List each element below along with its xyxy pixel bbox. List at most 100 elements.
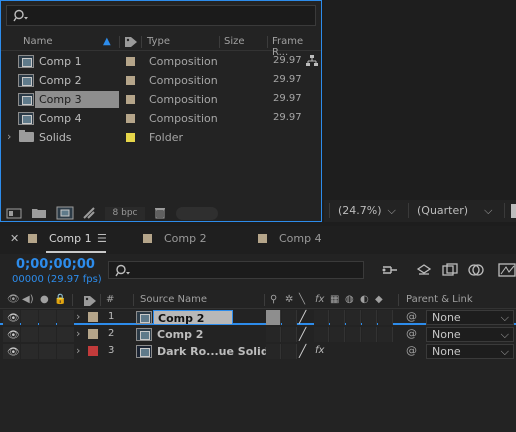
new-folder-icon[interactable] bbox=[31, 207, 47, 219]
trash-icon[interactable] bbox=[154, 206, 166, 219]
layer-name[interactable]: Comp 2 bbox=[153, 327, 203, 342]
3d-switch[interactable] bbox=[378, 310, 393, 325]
shy-switch[interactable] bbox=[266, 310, 281, 325]
sort-ascending-icon[interactable]: ▲ bbox=[103, 36, 111, 47]
frame-blend-icon[interactable]: ▦ bbox=[330, 294, 339, 305]
solo-switch[interactable] bbox=[39, 344, 56, 359]
expand-chevron-icon[interactable]: › bbox=[76, 344, 80, 357]
column-name[interactable]: Name bbox=[23, 36, 53, 47]
label-color-swatch[interactable] bbox=[126, 133, 135, 142]
render-queue-icon[interactable] bbox=[82, 206, 96, 220]
pick-whip-icon[interactable]: @ bbox=[406, 327, 417, 340]
3d-layer-icon[interactable]: ◆ bbox=[375, 294, 383, 305]
collapse-switch[interactable] bbox=[282, 310, 297, 325]
frame-blend-switch[interactable] bbox=[330, 327, 345, 342]
effect-icon[interactable]: fx bbox=[315, 294, 324, 305]
quality-switch[interactable]: ╱ bbox=[299, 344, 306, 358]
project-item[interactable]: Comp 4 Composition 29.97 bbox=[1, 109, 321, 128]
label-color-swatch[interactable] bbox=[126, 57, 135, 66]
label-color-swatch[interactable] bbox=[88, 312, 98, 322]
tab-comp-4[interactable]: Comp 4 bbox=[258, 232, 322, 248]
graph-editor-icon[interactable] bbox=[498, 263, 516, 277]
parent-dropdown[interactable]: None ⌵ bbox=[426, 344, 514, 359]
project-folder-item[interactable]: › Solids Folder bbox=[1, 128, 321, 147]
pick-whip-icon[interactable]: @ bbox=[406, 344, 417, 357]
solo-icon[interactable]: ● bbox=[40, 294, 49, 305]
motion-blur-switch[interactable] bbox=[346, 327, 361, 342]
timeline-layer[interactable]: 👁 › 3 Dark Ro...ue Solid 1 ╱ fx @ None ⌵ bbox=[0, 343, 516, 360]
column-type[interactable]: Type bbox=[147, 36, 170, 47]
parent-dropdown[interactable]: None ⌵ bbox=[426, 310, 514, 325]
quality-switch[interactable]: ╱ bbox=[299, 310, 306, 324]
composition-viewer[interactable] bbox=[324, 0, 516, 222]
label-color-swatch[interactable] bbox=[126, 76, 135, 85]
collapse-switch[interactable] bbox=[282, 327, 297, 342]
column-parent-link[interactable]: Parent & Link bbox=[406, 294, 473, 305]
label-color-swatch[interactable] bbox=[88, 329, 98, 339]
toggle-mask-icon[interactable] bbox=[511, 204, 516, 218]
lock-icon[interactable]: 🔒 bbox=[54, 294, 66, 305]
horizontal-scrollbar[interactable] bbox=[176, 207, 218, 220]
column-source-name[interactable]: Source Name bbox=[140, 294, 207, 305]
bit-depth-button[interactable]: 8 bpc bbox=[105, 207, 145, 220]
resolution-dropdown[interactable]: (Quarter) ⌵ bbox=[417, 203, 492, 219]
solo-switch[interactable] bbox=[39, 310, 56, 325]
video-switch[interactable]: 👁 bbox=[3, 327, 20, 342]
lock-switch[interactable] bbox=[57, 327, 74, 342]
expand-chevron-icon[interactable]: › bbox=[7, 130, 11, 143]
label-color-swatch[interactable] bbox=[126, 95, 135, 104]
flowchart-icon[interactable] bbox=[305, 54, 319, 68]
audio-icon[interactable]: ◀) bbox=[22, 294, 34, 305]
effect-switch[interactable]: fx bbox=[315, 345, 324, 356]
tab-comp-2[interactable]: Comp 2 bbox=[143, 232, 207, 248]
shy-icon[interactable]: ⚲ bbox=[270, 294, 277, 305]
motion-blur-icon[interactable]: ◍ bbox=[345, 294, 354, 305]
timeline-search-input[interactable] bbox=[108, 261, 364, 279]
interpret-footage-icon[interactable] bbox=[6, 207, 22, 219]
panel-menu-icon[interactable]: ☰ bbox=[97, 232, 107, 248]
column-size[interactable]: Size bbox=[224, 36, 245, 47]
eye-icon[interactable]: 👁 bbox=[7, 294, 20, 305]
timeline-layer[interactable]: 👁 › 1 Comp 2 ╱ @ None ⌵ bbox=[0, 309, 516, 326]
project-item[interactable]: Comp 1 Composition 29.97 bbox=[1, 52, 321, 71]
audio-switch[interactable] bbox=[21, 344, 38, 359]
close-tab-icon[interactable]: ✕ bbox=[10, 232, 19, 248]
solo-switch[interactable] bbox=[39, 327, 56, 342]
shy-switch[interactable] bbox=[266, 327, 281, 342]
collapse-switch[interactable] bbox=[282, 344, 297, 359]
column-number[interactable]: # bbox=[106, 294, 114, 305]
draft-3d-icon[interactable] bbox=[415, 263, 433, 277]
timeline-layer[interactable]: 👁 › 2 Comp 2 ╱ @ None ⌵ bbox=[0, 326, 516, 343]
adjustment-switch[interactable] bbox=[362, 327, 377, 342]
collapse-icon[interactable]: ✲ bbox=[285, 294, 293, 305]
video-switch[interactable]: 👁 bbox=[3, 310, 20, 325]
new-composition-icon[interactable] bbox=[56, 206, 74, 220]
layer-name-edit-field[interactable]: Comp 2 bbox=[153, 310, 233, 325]
quality-icon[interactable]: ╲ bbox=[299, 294, 305, 305]
lock-switch[interactable] bbox=[57, 310, 74, 325]
expand-chevron-icon[interactable]: › bbox=[76, 310, 80, 323]
frame-blending-icon[interactable] bbox=[441, 263, 459, 277]
current-time-display[interactable]: 0;00;00;00 bbox=[16, 257, 95, 272]
motion-blur-icon[interactable] bbox=[467, 263, 485, 277]
effect-switch[interactable] bbox=[314, 310, 329, 325]
label-color-swatch[interactable] bbox=[126, 114, 135, 123]
video-switch[interactable]: 👁 bbox=[3, 344, 20, 359]
quality-switch[interactable]: ╱ bbox=[299, 327, 306, 341]
motion-blur-switch[interactable] bbox=[346, 310, 361, 325]
effect-switch[interactable] bbox=[314, 327, 329, 342]
expand-chevron-icon[interactable]: › bbox=[76, 327, 80, 340]
3d-switch[interactable] bbox=[378, 327, 393, 342]
pick-whip-icon[interactable]: @ bbox=[406, 310, 417, 323]
audio-switch[interactable] bbox=[21, 327, 38, 342]
layer-name[interactable]: Dark Ro...ue Solid 1 bbox=[153, 344, 280, 359]
project-item[interactable]: Comp 3 Composition 29.97 bbox=[1, 90, 321, 109]
frame-blend-switch[interactable] bbox=[330, 310, 345, 325]
audio-switch[interactable] bbox=[21, 310, 38, 325]
project-search-input[interactable] bbox=[6, 5, 316, 26]
adjustment-layer-icon[interactable]: ◐ bbox=[360, 294, 369, 305]
composition-mini-flowchart-icon[interactable] bbox=[381, 263, 399, 277]
label-color-swatch[interactable] bbox=[88, 346, 98, 356]
project-item[interactable]: Comp 2 Composition 29.97 bbox=[1, 71, 321, 90]
label-tag-icon[interactable] bbox=[124, 36, 138, 48]
